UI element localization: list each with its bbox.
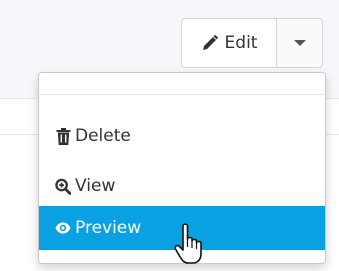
eye-icon	[55, 219, 71, 237]
menu-item-label: View	[75, 176, 116, 196]
edit-button-group: Edit	[181, 18, 323, 68]
menu-divider	[39, 94, 325, 95]
edit-button-label: Edit	[224, 33, 258, 53]
caret-down-icon	[293, 40, 306, 46]
hand-cursor-icon	[173, 221, 207, 271]
menu-item-delete[interactable]: Delete	[39, 115, 325, 157]
menu-item-label: Preview	[75, 218, 142, 238]
zoom-in-icon	[55, 177, 71, 195]
pencil-icon	[201, 34, 219, 52]
trash-icon	[55, 127, 71, 145]
edit-button[interactable]: Edit	[181, 18, 277, 68]
menu-item-label: Delete	[75, 126, 131, 146]
divider-line	[0, 134, 40, 135]
dropdown-toggle-button[interactable]	[276, 18, 323, 68]
divider-line	[326, 134, 339, 135]
menu-item-view[interactable]: View	[39, 165, 325, 207]
